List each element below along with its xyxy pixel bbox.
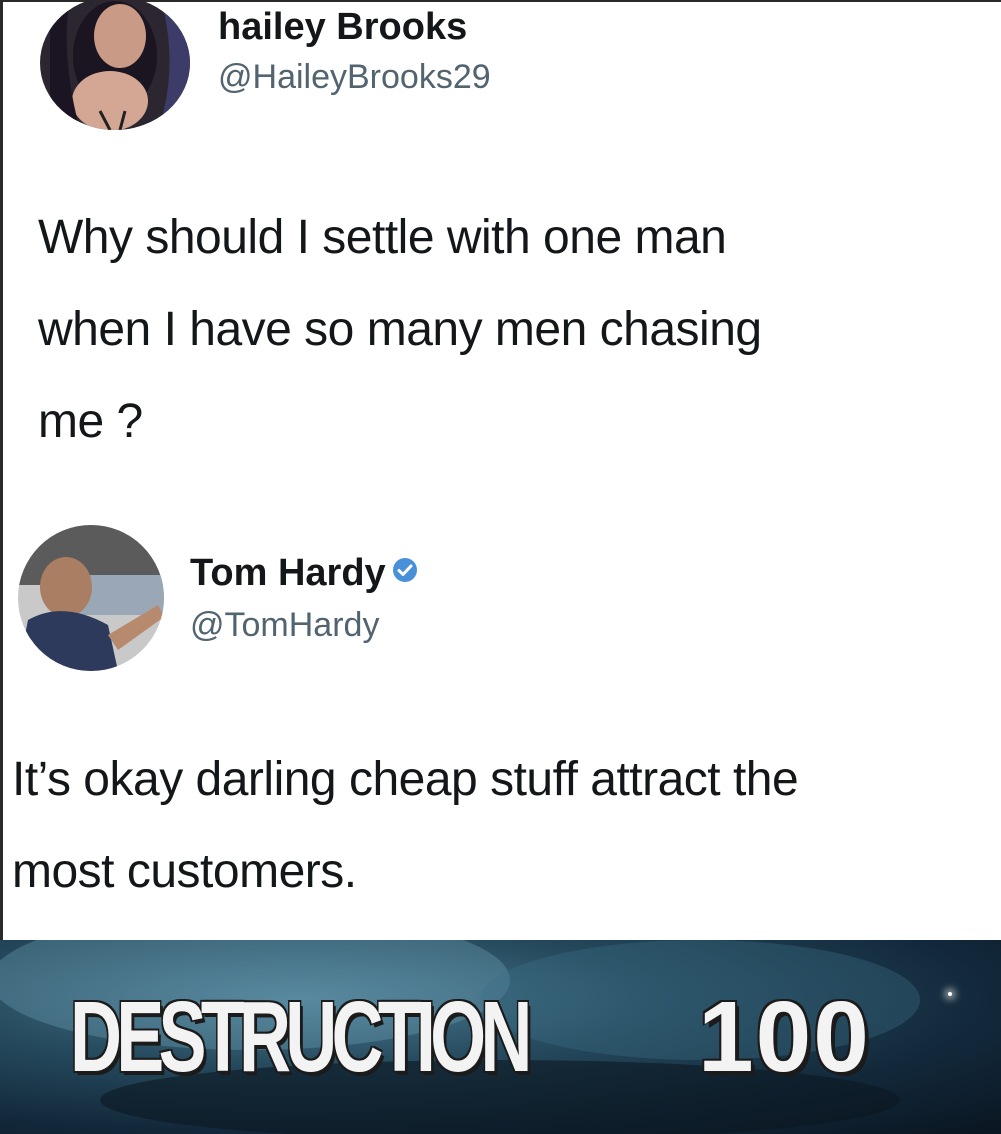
tweet-text-line: when I have so many men chasing xyxy=(38,303,762,356)
tweet-tom: Tom Hardy @TomHardy It’s okay darling ch… xyxy=(0,500,1001,940)
avatar-tom[interactable] xyxy=(18,525,164,671)
avatar-hailey[interactable] xyxy=(40,0,190,130)
star-sparkle-icon xyxy=(948,992,952,996)
banner-caption: DESTRUCTION 100 xyxy=(70,980,869,1095)
banner-word: DESTRUCTION xyxy=(70,981,532,1093)
tweet-author-name[interactable]: Tom Hardy xyxy=(190,552,418,596)
tweet-author-name-text[interactable]: Tom Hardy xyxy=(190,552,386,594)
tweet-text-line: me ? xyxy=(38,395,143,448)
tweet-author-handle[interactable]: @HaileyBrooks29 xyxy=(218,58,491,97)
verified-badge-icon xyxy=(392,550,418,593)
tweet-author-name[interactable]: hailey Brooks xyxy=(218,6,467,49)
destruction-banner: DESTRUCTION 100 xyxy=(0,940,1001,1134)
banner-number: 100 xyxy=(698,981,871,1093)
tweet-text-line: It’s okay darling cheap stuff attract th… xyxy=(12,753,799,806)
tweet-text-line: most customers. xyxy=(12,845,357,898)
tweet-text-line: Why should I settle with one man xyxy=(38,211,727,264)
tweet-hailey: hailey Brooks @HaileyBrooks29 Why should… xyxy=(0,0,1001,500)
tweet-author-handle[interactable]: @TomHardy xyxy=(190,606,379,645)
